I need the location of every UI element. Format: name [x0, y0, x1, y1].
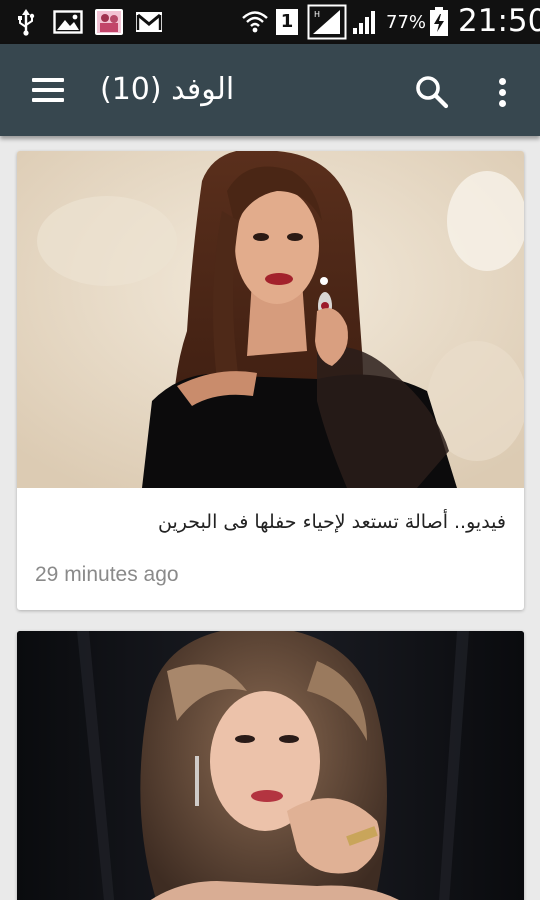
- signal-strength-icon: [350, 8, 380, 36]
- news-headline[interactable]: فيديو.. أصالة تستعد لإحياء حفلها فى البح…: [36, 511, 506, 533]
- more-vert-icon-dot: [499, 89, 506, 96]
- usb-icon: [14, 8, 38, 36]
- news-card[interactable]: فيديو.. أصالة تستعد لإحياء حفلها فى البح…: [17, 151, 524, 610]
- app-notification-icon: [94, 8, 124, 36]
- more-vert-icon: [499, 78, 506, 85]
- battery-percent: 77%: [386, 12, 427, 33]
- sim-slot-number: 1: [276, 9, 298, 35]
- news-timestamp: 29 minutes ago: [35, 563, 179, 586]
- status-bar: 1 H 77% 21:50: [0, 0, 540, 44]
- more-vert-icon-dot: [499, 100, 506, 107]
- page-title: الوفد (10): [100, 72, 235, 107]
- sim-slot-icon: 1: [275, 8, 299, 36]
- app-bar: الوفد (10): [0, 44, 540, 136]
- signal-strength-icon-active: H: [307, 4, 347, 40]
- news-card[interactable]: [17, 631, 524, 900]
- menu-button[interactable]: [24, 70, 72, 110]
- search-icon: [416, 76, 449, 109]
- svg-text:H: H: [314, 10, 320, 19]
- menu-icon-bar: [32, 98, 64, 102]
- search-button[interactable]: [410, 70, 454, 114]
- menu-icon-bar: [32, 88, 64, 92]
- battery-charging-icon: [428, 7, 450, 36]
- news-photo[interactable]: [17, 151, 524, 488]
- gmail-icon: [134, 8, 164, 36]
- news-photo[interactable]: [17, 631, 524, 900]
- more-options-button[interactable]: [484, 70, 520, 114]
- gallery-icon: [52, 8, 84, 36]
- wifi-icon: [240, 8, 270, 36]
- news-feed[interactable]: فيديو.. أصالة تستعد لإحياء حفلها فى البح…: [0, 136, 540, 900]
- menu-icon: [32, 78, 64, 82]
- clock: 21:50: [458, 3, 540, 39]
